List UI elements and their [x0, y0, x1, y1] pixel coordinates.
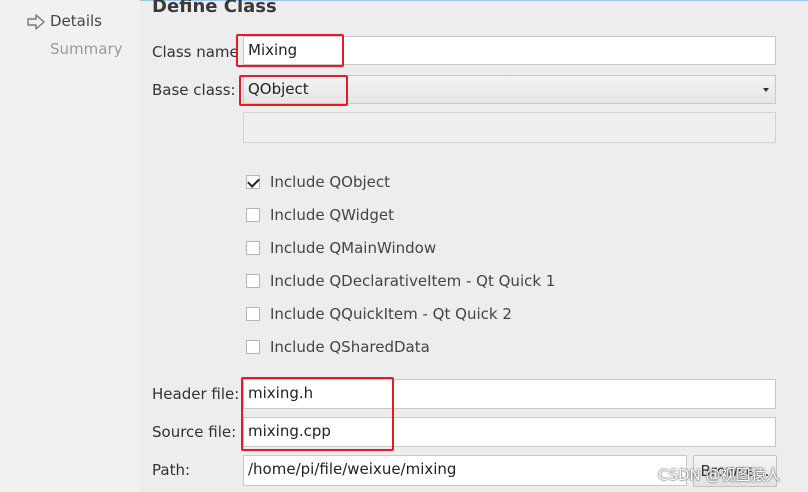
current-step-arrow-icon	[27, 14, 45, 30]
path-input[interactable]: /home/pi/file/weixue/mixing	[243, 455, 687, 486]
class-name-label: Class name	[152, 43, 239, 61]
base-class-value: QObject	[248, 80, 309, 98]
header-file-label: Header file:	[152, 385, 240, 403]
checkbox-unchecked-icon[interactable]	[246, 208, 260, 222]
base-class-select[interactable]: QObject	[243, 75, 776, 104]
checkbox-label: Include QQuickItem - Qt Quick 2	[270, 305, 512, 323]
path-label: Path:	[152, 461, 191, 479]
checkbox-label: Include QObject	[270, 173, 391, 191]
source-file-input[interactable]: mixing.cpp	[243, 417, 776, 447]
sidebar-item-details[interactable]: Details	[50, 12, 102, 30]
checkbox-unchecked-icon[interactable]	[246, 274, 260, 288]
class-name-input[interactable]: Mixing	[243, 36, 776, 65]
checkbox-label: Include QSharedData	[270, 338, 430, 356]
checkbox-unchecked-icon[interactable]	[246, 241, 260, 255]
page-title: Define Class	[152, 0, 277, 17]
checkbox-label: Include QMainWindow	[270, 239, 437, 257]
disabled-field	[243, 112, 776, 143]
checkbox-checked-icon[interactable]	[246, 175, 260, 189]
watermark: CSDN @视图猿人	[658, 466, 781, 484]
header-file-input[interactable]: mixing.h	[243, 379, 776, 409]
wizard-sidebar: Details Summary	[0, 0, 140, 492]
base-class-label: Base class:	[152, 81, 236, 99]
checkbox-label: Include QDeclarativeItem - Qt Quick 1	[270, 272, 556, 290]
checkbox-label: Include QWidget	[270, 206, 394, 224]
checkbox-unchecked-icon[interactable]	[246, 340, 260, 354]
dropdown-arrow-icon	[763, 88, 769, 92]
checkbox-unchecked-icon[interactable]	[246, 307, 260, 321]
sidebar-item-summary[interactable]: Summary	[50, 40, 123, 58]
source-file-label: Source file:	[152, 423, 237, 441]
